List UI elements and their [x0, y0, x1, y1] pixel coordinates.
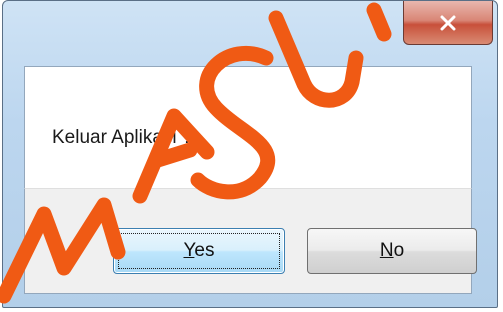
focus-rectangle: [118, 233, 280, 269]
close-button[interactable]: [403, 1, 493, 45]
close-icon: [440, 15, 456, 30]
no-label: No: [379, 240, 405, 261]
title-bar[interactable]: [3, 1, 497, 65]
message-text: Keluar Aplikasi ?: [52, 127, 193, 148]
yes-button[interactable]: Yes: [113, 228, 285, 274]
no-button[interactable]: No: [307, 228, 477, 274]
message-panel: Keluar Aplikasi ?: [24, 66, 472, 188]
button-panel: Yes No: [24, 188, 477, 294]
